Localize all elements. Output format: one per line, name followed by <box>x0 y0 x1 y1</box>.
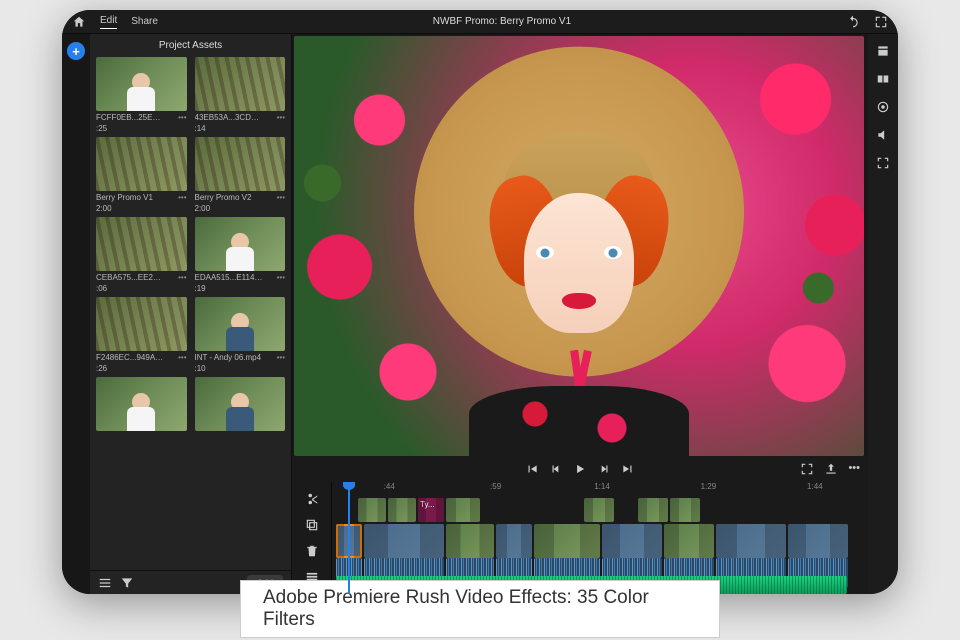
playhead[interactable] <box>348 482 350 594</box>
preview-monitor[interactable] <box>294 36 864 456</box>
assets-header: Project Assets <box>90 34 291 57</box>
transport-bar: ••• <box>292 456 868 482</box>
asset-item[interactable] <box>96 377 187 431</box>
clip[interactable] <box>358 498 386 522</box>
more-icon[interactable]: ••• <box>178 273 186 282</box>
title-clip[interactable]: Ty... <box>418 498 444 522</box>
assets-grid: FCFF0EB...25E4.mp4•••:25 43EB53A...3CD6.… <box>90 57 291 570</box>
more-icon[interactable]: ••• <box>277 193 285 202</box>
more-icon[interactable]: ••• <box>277 273 285 282</box>
clip[interactable] <box>534 524 600 558</box>
project-title: NWBF Promo: Berry Promo V1 <box>172 16 832 27</box>
asset-item[interactable]: EDAA515...E114.mp4•••:19 <box>195 217 286 293</box>
audio-track[interactable] <box>292 558 868 574</box>
add-media-button[interactable]: + <box>67 42 85 60</box>
project-assets-panel: Project Assets FCFF0EB...25E4.mp4•••:25 … <box>90 34 292 594</box>
clip[interactable] <box>716 524 786 558</box>
asset-item[interactable] <box>195 377 286 431</box>
video-track[interactable] <box>292 524 868 558</box>
clip[interactable] <box>664 524 714 558</box>
more-icon[interactable]: ••• <box>277 353 285 362</box>
timeline[interactable]: :44:591:141:291:44 Ty... <box>292 482 868 594</box>
step-fwd-icon[interactable] <box>597 462 611 476</box>
transitions-icon[interactable] <box>876 72 890 86</box>
app-body: + Project Assets FCFF0EB...25E4.mp4•••:2… <box>62 34 898 594</box>
play-icon[interactable] <box>573 462 587 476</box>
top-bar: Edit Share NWBF Promo: Berry Promo V1 <box>62 10 898 34</box>
skip-fwd-icon[interactable] <box>621 462 635 476</box>
asset-item[interactable]: F2486EC...949A.mp4•••:26 <box>96 297 187 373</box>
expand-icon[interactable] <box>800 462 814 476</box>
home-icon[interactable] <box>72 15 86 29</box>
clip[interactable] <box>602 524 662 558</box>
main-area: ••• :44:591:141:291:44 Ty... <box>292 34 868 594</box>
clip[interactable] <box>446 524 494 558</box>
clip[interactable] <box>638 498 668 522</box>
asset-item[interactable]: INT - Andy 06.mp4•••:10 <box>195 297 286 373</box>
undo-icon[interactable] <box>846 15 860 29</box>
list-view-icon[interactable] <box>98 576 112 590</box>
asset-item[interactable]: Berry Promo V1•••2:00 <box>96 137 187 213</box>
clip[interactable] <box>496 524 532 558</box>
color-icon[interactable] <box>876 100 890 114</box>
clip[interactable] <box>584 498 614 522</box>
fullscreen-icon[interactable] <box>874 15 888 29</box>
asset-item[interactable]: Berry Promo V2•••2:00 <box>195 137 286 213</box>
titles-icon[interactable] <box>876 44 890 58</box>
asset-item[interactable]: FCFF0EB...25E4.mp4•••:25 <box>96 57 187 133</box>
clip[interactable] <box>670 498 700 522</box>
caption-label: Adobe Premiere Rush Video Effects: 35 Co… <box>240 580 720 638</box>
tab-share[interactable]: Share <box>131 16 158 27</box>
time-ruler[interactable]: :44:591:141:291:44 <box>292 482 868 496</box>
add-column: + <box>62 34 90 594</box>
clip[interactable] <box>364 524 444 558</box>
clip[interactable] <box>788 524 848 558</box>
more-icon[interactable]: ••• <box>178 193 186 202</box>
clip[interactable] <box>388 498 416 522</box>
asset-item[interactable]: 43EB53A...3CD6.mp4•••:14 <box>195 57 286 133</box>
overlay-track[interactable]: Ty... <box>292 498 868 522</box>
app-window: Edit Share NWBF Promo: Berry Promo V1 + … <box>62 10 898 594</box>
tab-edit[interactable]: Edit <box>100 15 117 29</box>
right-toolbar <box>868 34 898 594</box>
filter-icon[interactable] <box>120 576 134 590</box>
more-icon[interactable]: ••• <box>178 113 186 122</box>
export-icon[interactable] <box>824 462 838 476</box>
asset-item[interactable]: CEBA575...EE2C.mp4•••:06 <box>96 217 187 293</box>
transform-icon[interactable] <box>876 156 890 170</box>
step-back-icon[interactable] <box>549 462 563 476</box>
more-icon[interactable]: ••• <box>178 353 186 362</box>
skip-back-icon[interactable] <box>525 462 539 476</box>
more-icon[interactable]: ••• <box>277 113 285 122</box>
clip[interactable] <box>446 498 480 522</box>
audio-icon[interactable] <box>876 128 890 142</box>
more-icon[interactable]: ••• <box>848 462 860 476</box>
